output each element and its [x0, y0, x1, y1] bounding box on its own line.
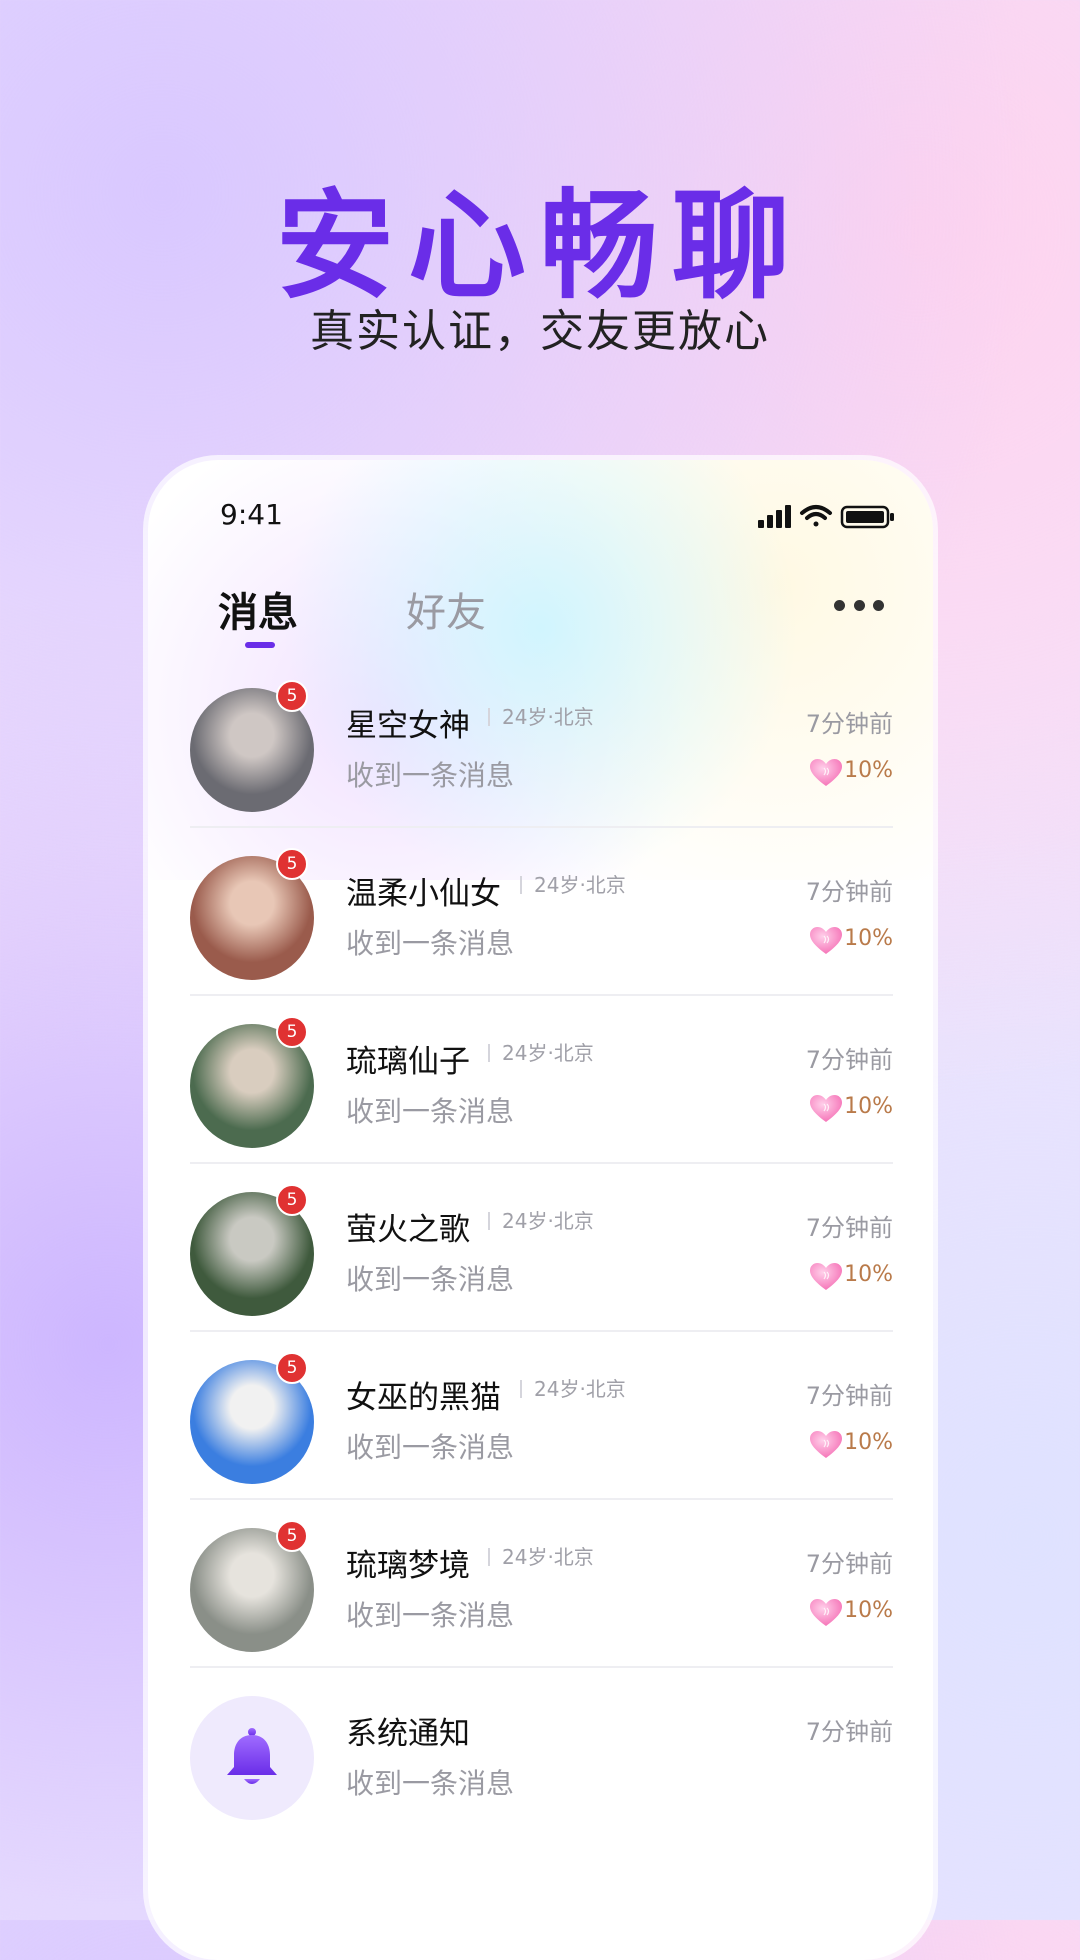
message-time: 7分钟前 [805, 1550, 893, 1578]
contact-name: 萤火之歌 [346, 1212, 470, 1248]
contact-meta: 24岁·北京 [488, 707, 594, 727]
contact-name: 琉璃仙子 [346, 1044, 470, 1080]
contact-meta: 24岁·北京 [488, 1547, 594, 1567]
system-notice-title: 系统通知 [346, 1716, 470, 1752]
contact-meta: 24岁·北京 [488, 1043, 594, 1063]
contact-name: 星空女神 [346, 708, 470, 744]
heart-icon [809, 1094, 843, 1128]
intimacy-value: 10% [844, 758, 893, 783]
conversation-row[interactable]: 5 琉璃梦境 24岁·北京 7分钟前收到一条消息 10% [190, 1500, 893, 1668]
intimacy-value: 10% [844, 1262, 893, 1287]
contact-name: 温柔小仙女 [346, 876, 501, 912]
unread-badge: 5 [276, 1352, 308, 1384]
message-time: 7分钟前 [805, 1382, 893, 1410]
heart-icon [809, 926, 843, 960]
cellular-signal-icon [758, 505, 791, 528]
intimacy-value: 10% [844, 1430, 893, 1455]
conversation-row[interactable]: 5 琉璃仙子 24岁·北京 7分钟前收到一条消息 10% [190, 996, 893, 1164]
promo-subline: 真实认证，交友更放心 [310, 306, 770, 357]
more-options-icon[interactable] [834, 600, 884, 614]
message-preview: 收到一条消息 [346, 1263, 515, 1296]
system-notice-time: 7分钟前 [805, 1718, 893, 1746]
contact-name: 琉璃梦境 [346, 1548, 470, 1584]
phone-frame: 9:41 消息 好友 5 星空女神 24岁·北京 7分钟前收到一条消息 10% … [148, 460, 933, 1960]
tab-bar: 消息 好友 [148, 570, 933, 650]
status-icons [758, 505, 894, 529]
conversation-row[interactable]: 5 温柔小仙女 24岁·北京 7分钟前收到一条消息 10% [190, 828, 893, 996]
unread-badge: 5 [276, 1520, 308, 1552]
conversation-row[interactable]: 5 星空女神 24岁·北京 7分钟前收到一条消息 10% [190, 660, 893, 828]
intimacy-value: 10% [844, 1598, 893, 1623]
contact-meta: 24岁·北京 [520, 1379, 626, 1399]
conversation-list: 5 星空女神 24岁·北京 7分钟前 收到一条消息 10% 5 温柔小仙女 24岁·北京 7分钟前… [190, 660, 893, 1834]
intimacy-value: 10% [844, 1094, 893, 1119]
system-notice-row[interactable]: 系统通知 7分钟前收到一条消息 [190, 1668, 893, 1834]
message-time: 7分钟前 [805, 710, 893, 738]
message-time: 7分钟前 [805, 878, 893, 906]
message-preview: 收到一条消息 [346, 1431, 515, 1464]
system-notice-preview: 收到一条消息 [346, 1767, 515, 1800]
message-preview: 收到一条消息 [346, 1599, 515, 1632]
contact-name: 女巫的黑猫 [346, 1380, 501, 1416]
contact-meta: 24岁·北京 [488, 1211, 594, 1231]
unread-badge: 5 [276, 1184, 308, 1216]
unread-badge: 5 [276, 848, 308, 880]
conversation-row[interactable]: 5 女巫的黑猫 24岁·北京 7分钟前收到一条消息 10% [190, 1332, 893, 1500]
wifi-icon [800, 505, 832, 527]
heart-icon [809, 758, 843, 792]
tab-friends[interactable]: 好友 [406, 580, 486, 638]
status-time: 9:41 [220, 498, 283, 531]
message-time: 7分钟前 [805, 1046, 893, 1074]
message-preview: 收到一条消息 [346, 1095, 515, 1128]
message-preview: 收到一条消息 [346, 759, 515, 792]
unread-badge: 5 [276, 1016, 308, 1048]
conversation-row[interactable]: 5 萤火之歌 24岁·北京 7分钟前收到一条消息 10% [190, 1164, 893, 1332]
battery-icon [840, 505, 894, 529]
bell-icon [227, 1728, 277, 1784]
heart-icon [809, 1430, 843, 1464]
heart-icon [809, 1598, 843, 1632]
intimacy-value: 10% [844, 926, 893, 951]
status-bar: 9:41 [148, 490, 933, 540]
tab-messages[interactable]: 消息 [218, 580, 298, 638]
heart-icon [809, 1262, 843, 1296]
active-tab-indicator [245, 642, 275, 648]
unread-badge: 5 [276, 680, 308, 712]
message-time: 7分钟前 [805, 1214, 893, 1242]
contact-meta: 24岁·北京 [520, 875, 626, 895]
message-preview: 收到一条消息 [346, 927, 515, 960]
system-notice-avatar[interactable] [190, 1696, 314, 1820]
